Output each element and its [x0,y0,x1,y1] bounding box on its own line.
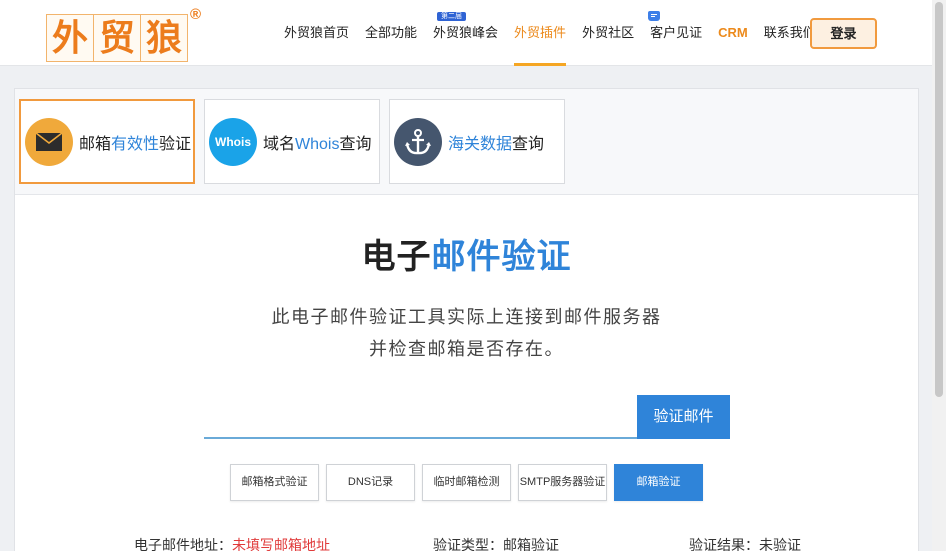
nav-item-all-features[interactable]: 全部功能 [357,0,425,66]
tool-label-post: 验证 [159,135,192,153]
chip-format-check[interactable]: 邮箱格式验证 [230,464,319,501]
logo-char: 狼 [140,14,188,62]
page-scrollbar[interactable] [932,0,946,551]
logo-char: 贸 [93,14,141,62]
verification-step-chips: 邮箱格式验证 DNS记录 临时邮箱检测 SMTP服务器验证 邮箱验证 [230,464,710,501]
chip-smtp-check[interactable]: SMTP服务器验证 [518,464,607,501]
nav-item-testimonials[interactable]: 客户见证 [642,0,710,66]
description-line-2: 并检查邮箱是否存在。 [369,339,564,359]
chip-temp-mailbox-check[interactable]: 临时邮箱检测 [422,464,511,501]
tool-label-highlight: Whois [295,135,340,153]
tool-label-post: 查询 [339,135,372,153]
tool-tab-email-validity[interactable]: 邮箱有效性验证 [19,99,195,184]
nav-label: 联系我们 [763,25,816,40]
result-address: 电子邮件地址：未填写邮箱地址 [134,535,330,551]
result-label: 验证结果： [689,537,759,551]
nav-label: 外贸狼峰会 [433,25,499,40]
chat-bubble-icon [648,11,661,21]
chip-mailbox-check[interactable]: 邮箱验证 [614,464,703,501]
tool-label-whois: 域名Whois查询 [263,130,371,154]
tool-tab-customs-data[interactable]: 海关数据查询 [389,99,565,184]
envelope-icon [25,117,73,166]
tool-label-customs-data: 海关数据查询 [448,130,544,154]
nav-item-home[interactable]: 外贸狼首页 [276,0,357,66]
result-status: 验证结果：未验证 [689,535,801,551]
type-value: 邮箱验证 [503,537,559,551]
title-pre: 电子 [361,238,432,276]
email-input[interactable] [204,395,638,439]
tool-tabs: 邮箱有效性验证 Whois 域名Whois查询 海关数据查询 [15,89,918,195]
type-label: 验证类型： [433,537,503,551]
nav-item-community[interactable]: 外贸社区 [574,0,642,66]
nav-label: 外贸社区 [582,25,635,40]
chip-dns-records[interactable]: DNS记录 [326,464,415,501]
description-line-1: 此电子邮件验证工具实际上连接到邮件服务器 [271,307,662,327]
nav-item-summit[interactable]: 第二届 外贸狼峰会 [425,0,506,66]
tool-label-post: 查询 [512,135,545,153]
nav-item-crm[interactable]: CRM [710,0,756,66]
nav-label: 客户见证 [650,25,703,40]
tool-label-email-validity: 邮箱有效性验证 [79,130,191,154]
nav-label: 全部功能 [365,25,418,40]
nav-label: 外贸狼首页 [284,25,350,40]
nav-label: 外贸插件 [514,25,567,40]
whois-icon-text: Whois [215,134,251,149]
scrollbar-thumb[interactable] [935,2,943,397]
site-header: 外 贸 狼 ® 外贸狼首页 全部功能 第二届 外贸狼峰会 外贸插件 外贸社区 客… [0,0,946,66]
registered-mark: ® [189,6,201,23]
tool-label-highlight: 有效性 [111,135,160,153]
nav-label: CRM [718,25,748,40]
whois-icon: Whois [209,117,257,166]
tool-tab-whois[interactable]: Whois 域名Whois查询 [204,99,380,184]
result-type: 验证类型：邮箱验证 [433,535,559,551]
address-label: 电子邮件地址： [134,537,232,551]
result-value: 未验证 [759,537,801,551]
anchor-icon [394,117,442,166]
title-highlight: 邮件验证 [431,238,572,276]
tool-label-highlight: 海关数据 [448,135,513,153]
logo-char: 外 [46,14,94,62]
login-button[interactable]: 登录 [810,18,877,49]
page-title: 电子邮件验证 [15,229,918,278]
verify-email-button[interactable]: 验证邮件 [637,395,730,439]
main-nav: 外贸狼首页 全部功能 第二届 外贸狼峰会 外贸插件 外贸社区 客户见证 CRM … [276,0,824,66]
nav-item-plugins[interactable]: 外贸插件 [506,0,574,66]
main-panel: 邮箱有效性验证 Whois 域名Whois查询 海关数据查询 电子邮件验证 此电… [14,88,919,551]
tool-label-pre: 域名 [263,135,296,153]
site-logo[interactable]: 外 贸 狼 ® [46,6,201,62]
tool-label-pre: 邮箱 [79,135,112,153]
address-value: 未填写邮箱地址 [232,537,330,551]
summit-badge: 第二届 [437,12,467,21]
